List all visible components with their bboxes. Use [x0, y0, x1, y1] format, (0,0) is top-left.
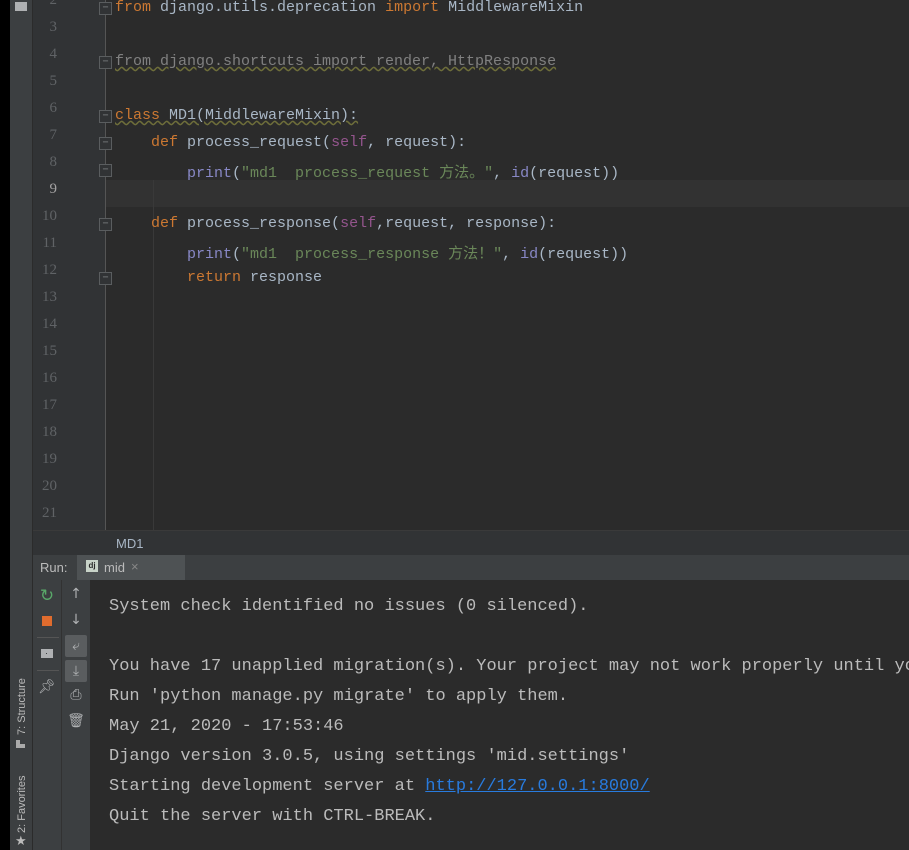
- line-number: 20: [42, 478, 57, 494]
- code-line: def process_request(self, request):: [151, 134, 467, 151]
- line-number: 18: [42, 424, 57, 440]
- run-tab-bar: Run: dj mid ×: [33, 555, 909, 580]
- code-line: print("md1 process_response 方法！", id(req…: [187, 246, 629, 263]
- console-line: You have 17 unapplied migration(s). Your…: [109, 657, 909, 676]
- fold-marker-icon[interactable]: −: [99, 2, 112, 15]
- server-url-link[interactable]: http://127.0.0.1:8000/: [425, 777, 649, 796]
- fold-marker-icon[interactable]: −: [99, 137, 112, 150]
- run-label: Run:: [40, 560, 68, 575]
- left-tool-strip: 7: Structure 2: Favorites ★: [10, 0, 33, 850]
- line-number: 13: [42, 289, 57, 305]
- run-toolbar-secondary: ↑ ↓ ⤶ ⤓ ⎙ 🗑︎: [62, 580, 90, 850]
- console-line: Quit the server with CTRL-BREAK.: [109, 807, 436, 826]
- line-number: 5: [49, 73, 58, 89]
- project-folder-icon[interactable]: [15, 2, 27, 11]
- fold-marker-icon[interactable]: −: [99, 110, 112, 123]
- line-number: 3: [49, 19, 58, 35]
- code-line: return response: [187, 269, 323, 286]
- line-number: 16: [42, 370, 57, 386]
- line-number: 6: [49, 100, 58, 116]
- line-number: 4: [49, 46, 58, 62]
- stop-icon[interactable]: [42, 616, 52, 626]
- indent-guide: [153, 180, 154, 530]
- line-number: 12: [42, 262, 57, 278]
- current-line-highlight: [106, 180, 909, 207]
- line-number: 2: [49, 0, 58, 8]
- line-number: 7: [49, 127, 58, 143]
- line-number: 15: [42, 343, 57, 359]
- layout-icon[interactable]: [41, 649, 53, 658]
- fold-marker-icon[interactable]: −: [99, 56, 112, 69]
- fold-guide: [105, 0, 106, 530]
- arrow-down-icon[interactable]: ↓: [65, 609, 87, 631]
- line-number: 11: [42, 235, 57, 251]
- fold-marker-icon[interactable]: −: [99, 272, 112, 285]
- console-line: May 21, 2020 - 17:53:46: [109, 717, 344, 736]
- arrow-up-icon[interactable]: ↑: [65, 583, 87, 605]
- console-line: System check identified no issues (0 sil…: [109, 597, 589, 616]
- close-icon[interactable]: ×: [131, 559, 139, 574]
- django-icon: dj: [86, 560, 98, 572]
- breadcrumb-item[interactable]: MD1: [116, 536, 143, 551]
- pin-icon[interactable]: 📌︎: [36, 676, 58, 698]
- code-line: from django.utils.deprecation import Mid…: [115, 0, 584, 16]
- code-editor[interactable]: [106, 0, 909, 530]
- line-number: 19: [42, 451, 57, 467]
- rerun-icon[interactable]: ↻: [36, 585, 58, 607]
- code-line: class MD1(MiddlewareMixin):: [115, 107, 359, 124]
- soft-wrap-icon[interactable]: ⤶: [65, 635, 87, 657]
- fold-marker-icon[interactable]: −: [99, 164, 112, 177]
- structure-tool-tab[interactable]: 7: Structure: [16, 678, 28, 735]
- run-tab-label: mid: [104, 560, 125, 575]
- fold-marker-icon[interactable]: −: [99, 218, 112, 231]
- run-toolbar-primary: ↻ 📌︎: [33, 580, 62, 850]
- star-icon: ★: [15, 834, 27, 849]
- structure-icon: [16, 740, 25, 748]
- favorites-tool-tab[interactable]: 2: Favorites: [16, 776, 28, 833]
- code-line: def process_response(self,request, respo…: [151, 215, 557, 232]
- scroll-to-end-icon[interactable]: ⤓: [65, 660, 87, 682]
- console-line: Django version 3.0.5, using settings 'mi…: [109, 747, 630, 766]
- console-text: Starting development server at: [109, 777, 426, 796]
- console-line: Run 'python manage.py migrate' to apply …: [109, 687, 569, 706]
- code-line: from django.shortcuts import render, Htt…: [115, 53, 557, 70]
- line-number: 14: [42, 316, 57, 332]
- console-line: Starting development server at http://12…: [109, 777, 650, 796]
- print-icon[interactable]: ⎙: [65, 684, 87, 706]
- line-number: 21: [42, 505, 57, 521]
- breadcrumb: MD1: [33, 530, 909, 555]
- line-number: 17: [42, 397, 57, 413]
- trash-icon[interactable]: 🗑︎: [65, 710, 87, 732]
- code-line: print("md1 process_request 方法。", id(requ…: [187, 165, 620, 182]
- run-tab-mid[interactable]: dj mid ×: [77, 555, 185, 580]
- line-number: 8: [49, 154, 58, 170]
- run-console[interactable]: System check identified no issues (0 sil…: [90, 580, 909, 850]
- window-edge: [0, 0, 10, 850]
- line-number: 10: [42, 208, 57, 224]
- line-number: 9: [49, 181, 58, 197]
